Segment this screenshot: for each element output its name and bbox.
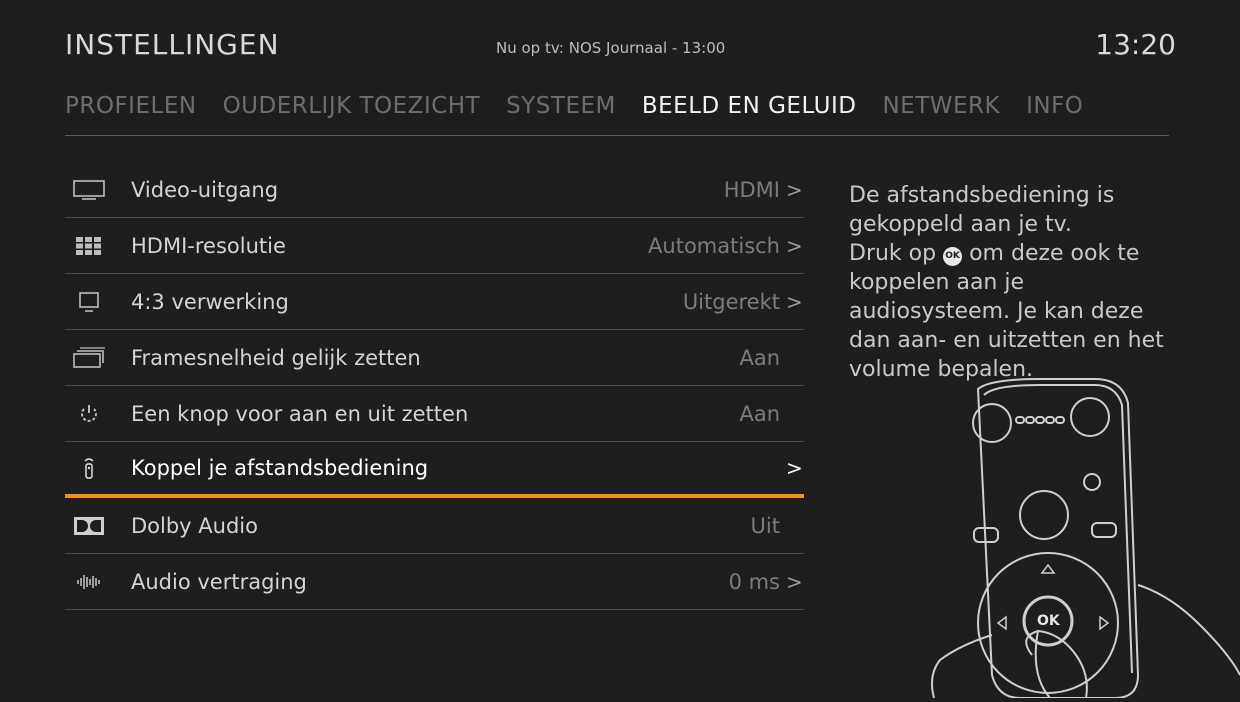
setting-audio-vertraging[interactable]: Audio vertraging 0 ms > [65,554,804,610]
chevron-right-icon: > [786,233,803,258]
setting-label: Framesnelheid gelijk zetten [131,345,421,370]
tab-ouderlijk-toezicht[interactable]: OUDERLIJK TOEZICHT [223,93,481,135]
remote-illustration: OK [900,375,1240,702]
setting-label: Koppel je afstandsbediening [131,456,429,480]
setting-value: HDMI [723,177,780,202]
setting-een-knop[interactable]: Een knop voor aan en uit zetten Aan [65,386,804,442]
tab-info[interactable]: INFO [1026,93,1083,135]
page-title: INSTELLINGEN [65,28,280,61]
power-icon [67,399,111,429]
setting-label: Audio vertraging [131,569,307,594]
chevron-right-icon: > [786,456,803,480]
ok-button-icon: OK [943,247,963,266]
setting-label: 4:3 verwerking [131,289,289,314]
setting-video-uitgang[interactable]: Video-uitgang HDMI > [65,162,804,218]
dolby-icon [67,511,111,541]
setting-label: Video-uitgang [131,177,279,202]
ok-label: OK [1037,613,1060,629]
setting-value: Uitgerekt [682,289,780,314]
frames-icon [67,343,111,373]
setting-value: Automatisch [648,233,780,258]
now-playing-info: Nu op tv: NOS Journaal - 13:00 [496,39,726,57]
setting-value: Uit [750,513,780,538]
setting-koppel-afstandsbediening[interactable]: Koppel je afstandsbediening > [65,442,804,498]
info-panel: De afstandsbediening is gekoppeld aan je… [849,181,1169,384]
grid-icon [67,231,111,261]
tab-beeld-en-geluid[interactable]: BEELD EN GELUID [642,93,857,135]
setting-framesnelheid[interactable]: Framesnelheid gelijk zetten Aan [65,330,804,386]
chevron-right-icon: > [786,569,803,594]
remote-icon [67,453,111,483]
setting-label: Dolby Audio [131,513,258,538]
tab-systeem[interactable]: SYSTEEM [506,93,616,135]
setting-label: Een knop voor aan en uit zetten [131,401,469,426]
info-text-2a: Druk op [849,241,937,266]
setting-label: HDMI-resolutie [131,233,286,258]
setting-value: Aan [739,345,780,370]
setting-hdmi-resolutie[interactable]: HDMI-resolutie Automatisch > [65,218,804,274]
chevron-right-icon: > [786,289,803,314]
monitor-icon [67,175,111,205]
clock: 13:20 [1095,28,1176,61]
setting-value: 0 ms [728,569,780,594]
small-screen-icon [67,287,111,317]
setting-4-3-verwerking[interactable]: 4:3 verwerking Uitgerekt > [65,274,804,330]
setting-value: Aan [739,401,780,426]
chevron-right-icon: > [786,177,803,202]
tab-netwerk[interactable]: NETWERK [882,93,1000,135]
settings-tabs: PROFIELEN OUDERLIJK TOEZICHT SYSTEEM BEE… [65,93,1169,136]
info-text-1: De afstandsbediening is gekoppeld aan je… [849,183,1115,237]
setting-dolby-audio[interactable]: Dolby Audio Uit [65,498,804,554]
waveform-icon [67,567,111,597]
tab-profielen[interactable]: PROFIELEN [65,93,197,135]
settings-list: Video-uitgang HDMI > HDMI-resolutie Auto… [65,162,804,610]
